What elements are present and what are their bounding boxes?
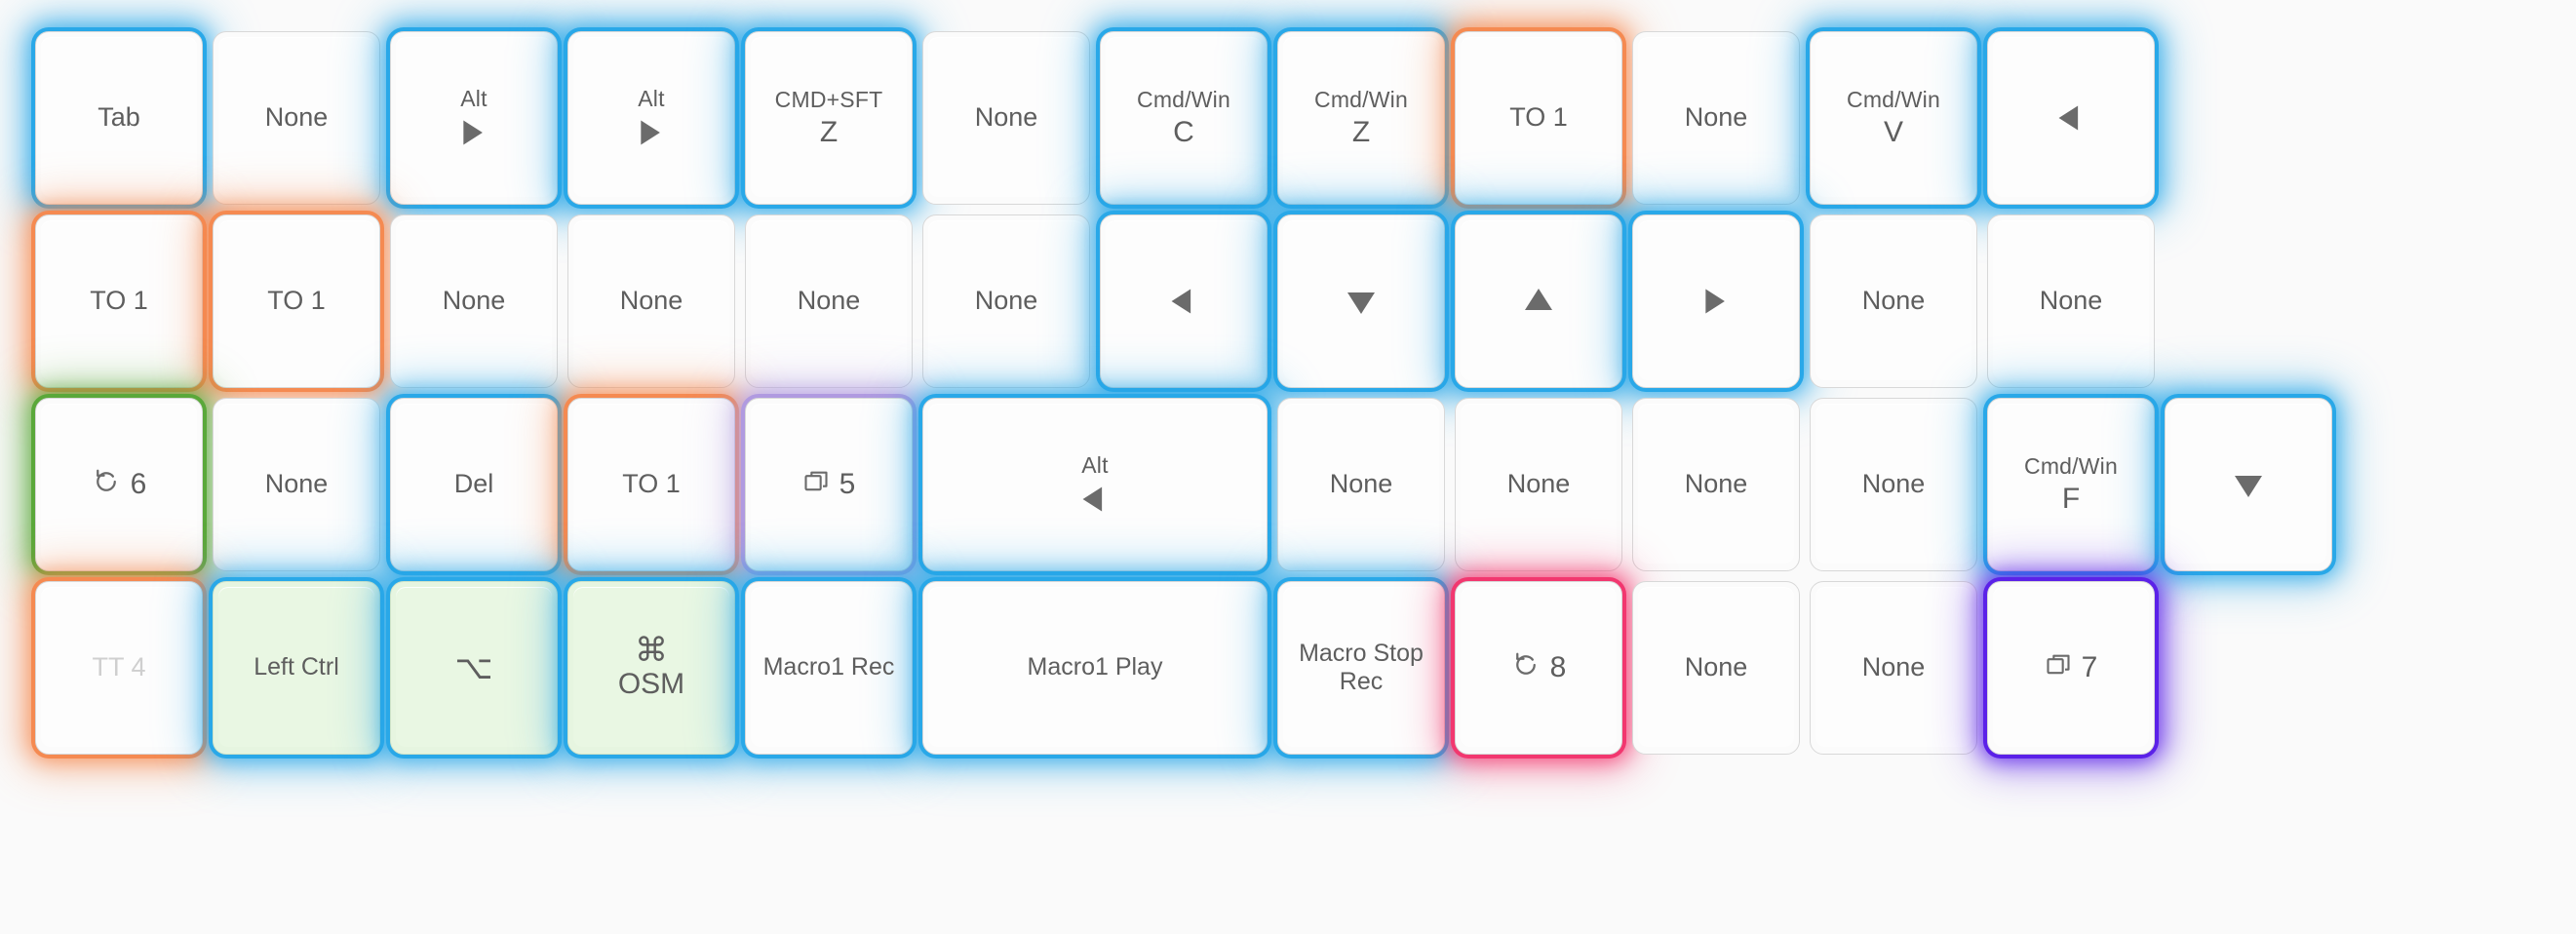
key-face — [41, 404, 197, 564]
key-face — [1283, 37, 1439, 197]
key[interactable] — [1455, 214, 1622, 388]
key-face — [928, 37, 1084, 197]
key-face — [41, 37, 197, 197]
key-face — [573, 404, 729, 564]
key[interactable] — [1277, 214, 1445, 388]
key[interactable]: None — [1987, 214, 2155, 388]
key[interactable]: None — [213, 398, 380, 571]
key[interactable] — [1632, 214, 1800, 388]
key-face — [1815, 37, 1971, 197]
key[interactable]: None — [1810, 214, 1977, 388]
key-face — [1638, 220, 1794, 380]
key[interactable]: Cmd/Win F — [1987, 398, 2155, 571]
key[interactable] — [1987, 31, 2155, 205]
key[interactable]: None — [1632, 398, 1800, 571]
key[interactable]: Macro Stop Rec — [1277, 581, 1445, 755]
key[interactable]: None — [922, 31, 1090, 205]
key[interactable]: None — [1632, 581, 1800, 755]
key-face — [573, 587, 729, 747]
key-face — [41, 220, 197, 380]
key-face — [396, 220, 552, 380]
key[interactable]: None — [390, 214, 558, 388]
key-face — [928, 220, 1084, 380]
key-face — [41, 587, 197, 747]
key-face — [751, 220, 907, 380]
key[interactable]: CMD+SFT Z — [745, 31, 913, 205]
key-face — [218, 220, 374, 380]
key[interactable]: Alt — [390, 31, 558, 205]
key-face — [218, 37, 374, 197]
key[interactable]: None — [567, 214, 735, 388]
key-face — [396, 587, 552, 747]
key-face — [1993, 404, 2149, 564]
key[interactable]: TO 1 — [1455, 31, 1622, 205]
key[interactable]: 5 — [745, 398, 913, 571]
key[interactable]: Del — [390, 398, 558, 571]
key-face — [1638, 37, 1794, 197]
key[interactable]: TT 4 — [35, 581, 203, 755]
key-face — [1815, 404, 1971, 564]
key-face — [928, 404, 1262, 564]
key[interactable]: Left Ctrl — [213, 581, 380, 755]
key-face — [751, 37, 907, 197]
key[interactable]: None — [1632, 31, 1800, 205]
key-face — [928, 587, 1262, 747]
key[interactable]: None — [745, 214, 913, 388]
key[interactable]: ⌥ — [390, 581, 558, 755]
key-face — [751, 404, 907, 564]
key-face — [1283, 220, 1439, 380]
key[interactable]: 6 — [35, 398, 203, 571]
key-face — [1461, 587, 1617, 747]
key[interactable]: Alt — [567, 31, 735, 205]
key[interactable]: None — [213, 31, 380, 205]
key[interactable]: None — [1277, 398, 1445, 571]
key[interactable]: TO 1 — [213, 214, 380, 388]
key-face — [1461, 220, 1617, 380]
keyboard-layout: Tab None Alt Alt CMD+SFT Z None Cmd/Win C Cmd/Win… — [0, 0, 2576, 934]
key[interactable]: Tab — [35, 31, 203, 205]
key[interactable]: Cmd/Win C — [1100, 31, 1268, 205]
key-face — [1993, 37, 2149, 197]
key-face — [1461, 37, 1617, 197]
key-face — [218, 587, 374, 747]
key[interactable] — [1100, 214, 1268, 388]
key[interactable]: TO 1 — [567, 398, 735, 571]
key-face — [573, 37, 729, 197]
key[interactable]: None — [1455, 398, 1622, 571]
key-face — [1461, 404, 1617, 564]
key[interactable]: Alt — [922, 398, 1268, 571]
key-face — [751, 587, 907, 747]
key-face — [1638, 587, 1794, 747]
key[interactable]: Cmd/Win Z — [1277, 31, 1445, 205]
key[interactable] — [2165, 398, 2332, 571]
key[interactable]: None — [922, 214, 1090, 388]
key-face — [1993, 587, 2149, 747]
key-face — [1815, 220, 1971, 380]
key[interactable]: Macro1 Rec — [745, 581, 913, 755]
key[interactable]: None — [1810, 398, 1977, 571]
key-face — [396, 404, 552, 564]
key-face — [1283, 587, 1439, 747]
key[interactable]: Cmd/Win V — [1810, 31, 1977, 205]
key[interactable]: None — [1810, 581, 1977, 755]
key-face — [1106, 37, 1262, 197]
key[interactable]: Macro1 Play — [922, 581, 1268, 755]
key-face — [2170, 404, 2326, 564]
key[interactable]: TO 1 — [35, 214, 203, 388]
key[interactable]: 7 — [1987, 581, 2155, 755]
key-face — [1815, 587, 1971, 747]
key[interactable]: ⌘ OSM — [567, 581, 735, 755]
key[interactable]: 8 — [1455, 581, 1622, 755]
key-face — [1283, 404, 1439, 564]
key-face — [573, 220, 729, 380]
key-face — [1638, 404, 1794, 564]
key-face — [218, 404, 374, 564]
key-face — [1106, 220, 1262, 380]
key-face — [396, 37, 552, 197]
key-face — [1993, 220, 2149, 380]
